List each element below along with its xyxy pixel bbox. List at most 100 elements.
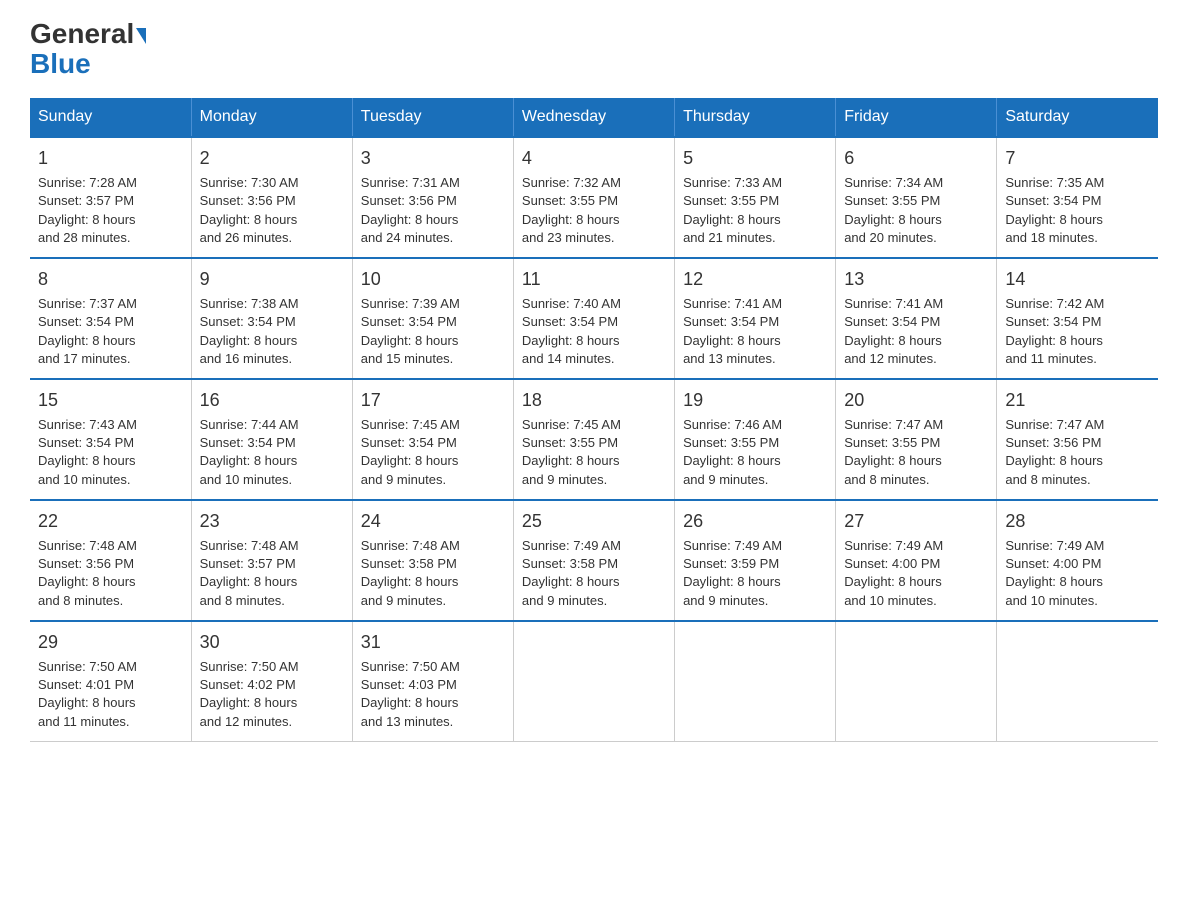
daylight-text: Daylight: 8 hoursand 10 minutes. — [200, 453, 298, 486]
sunset-text: Sunset: 4:03 PM — [361, 677, 457, 692]
sunrise-text: Sunrise: 7:45 AM — [522, 417, 621, 432]
daylight-text: Daylight: 8 hoursand 8 minutes. — [1005, 453, 1103, 486]
sunrise-text: Sunrise: 7:47 AM — [1005, 417, 1104, 432]
calendar-table: SundayMondayTuesdayWednesdayThursdayFrid… — [30, 98, 1158, 742]
sunset-text: Sunset: 3:55 PM — [844, 193, 940, 208]
sunrise-text: Sunrise: 7:38 AM — [200, 296, 299, 311]
day-number: 5 — [683, 146, 827, 171]
header-thursday: Thursday — [675, 98, 836, 137]
calendar-cell: 6Sunrise: 7:34 AMSunset: 3:55 PMDaylight… — [836, 137, 997, 258]
daylight-text: Daylight: 8 hoursand 28 minutes. — [38, 212, 136, 245]
calendar-week-row: 22Sunrise: 7:48 AMSunset: 3:56 PMDayligh… — [30, 500, 1158, 621]
daylight-text: Daylight: 8 hoursand 15 minutes. — [361, 333, 459, 366]
calendar-week-row: 15Sunrise: 7:43 AMSunset: 3:54 PMDayligh… — [30, 379, 1158, 500]
daylight-text: Daylight: 8 hoursand 11 minutes. — [38, 695, 136, 728]
calendar-cell: 26Sunrise: 7:49 AMSunset: 3:59 PMDayligh… — [675, 500, 836, 621]
calendar-cell: 18 Sunrise: 7:45 AM Sunset: 3:55 PM Dayligh… — [513, 379, 674, 500]
calendar-cell: 10Sunrise: 7:39 AMSunset: 3:54 PMDayligh… — [352, 258, 513, 379]
calendar-week-row: 8Sunrise: 7:37 AMSunset: 3:54 PMDaylight… — [30, 258, 1158, 379]
calendar-cell — [513, 621, 674, 741]
day-number: 9 — [200, 267, 344, 292]
logo-general: General — [30, 20, 146, 48]
sunset-text: Sunset: 3:54 PM — [361, 314, 457, 329]
daylight-text: Daylight: 8 hoursand 10 minutes. — [1005, 574, 1103, 607]
calendar-cell: 31Sunrise: 7:50 AMSunset: 4:03 PMDayligh… — [352, 621, 513, 741]
sunset-text: Sunset: 3:56 PM — [200, 193, 296, 208]
day-number: 27 — [844, 509, 988, 534]
sunset-text: Sunset: 3:55 PM — [522, 435, 618, 450]
sunrise-text: Sunrise: 7:44 AM — [200, 417, 299, 432]
sunset-text: Sunset: 3:58 PM — [361, 556, 457, 571]
day-number: 11 — [522, 267, 666, 292]
calendar-cell: 16Sunrise: 7:44 AMSunset: 3:54 PMDayligh… — [191, 379, 352, 500]
daylight-text: Daylight: 8 hoursand 20 minutes. — [844, 212, 942, 245]
calendar-cell: 24Sunrise: 7:48 AMSunset: 3:58 PMDayligh… — [352, 500, 513, 621]
day-number: 3 — [361, 146, 505, 171]
sunset-text: Sunset: 3:55 PM — [683, 193, 779, 208]
sunrise-text: Sunrise: 7:45 AM — [361, 417, 460, 432]
calendar-cell: 20Sunrise: 7:47 AMSunset: 3:55 PMDayligh… — [836, 379, 997, 500]
daylight-text: Daylight: 8 hoursand 24 minutes. — [361, 212, 459, 245]
calendar-cell — [836, 621, 997, 741]
calendar-cell: 5Sunrise: 7:33 AMSunset: 3:55 PMDaylight… — [675, 137, 836, 258]
daylight-text: Daylight: 8 hoursand 9 minutes. — [683, 453, 781, 486]
sunrise-text: Sunrise: 7:31 AM — [361, 175, 460, 190]
sunset-text: Sunset: 3:58 PM — [522, 556, 618, 571]
calendar-cell: 22Sunrise: 7:48 AMSunset: 3:56 PMDayligh… — [30, 500, 191, 621]
calendar-header-row: SundayMondayTuesdayWednesdayThursdayFrid… — [30, 98, 1158, 137]
sunset-text: Sunset: 3:54 PM — [200, 314, 296, 329]
day-number: 2 — [200, 146, 344, 171]
day-number: 13 — [844, 267, 988, 292]
calendar-cell: 14Sunrise: 7:42 AMSunset: 3:54 PMDayligh… — [997, 258, 1158, 379]
daylight-text: Daylight: 8 hoursand 9 minutes. — [361, 574, 459, 607]
day-number: 6 — [844, 146, 988, 171]
sunrise-text: Sunrise: 7:35 AM — [1005, 175, 1104, 190]
day-number: 29 — [38, 630, 183, 655]
daylight-text: Daylight: 8 hoursand 9 minutes. — [522, 453, 620, 486]
header-tuesday: Tuesday — [352, 98, 513, 137]
calendar-cell: 19Sunrise: 7:46 AMSunset: 3:55 PMDayligh… — [675, 379, 836, 500]
calendar-cell: 3 Sunrise: 7:31 AM Sunset: 3:56 PM Daylight… — [352, 137, 513, 258]
daylight-text: Daylight: 8 hoursand 13 minutes. — [683, 333, 781, 366]
page-header: General Blue — [30, 20, 1158, 78]
day-number: 16 — [200, 388, 344, 413]
day-number: 4 — [522, 146, 666, 171]
calendar-cell: 23Sunrise: 7:48 AMSunset: 3:57 PMDayligh… — [191, 500, 352, 621]
daylight-text: Daylight: 8 hoursand 12 minutes. — [844, 333, 942, 366]
header-sunday: Sunday — [30, 98, 191, 137]
header-monday: Monday — [191, 98, 352, 137]
calendar-cell: 15Sunrise: 7:43 AMSunset: 3:54 PMDayligh… — [30, 379, 191, 500]
daylight-text: Daylight: 8 hoursand 9 minutes. — [361, 453, 459, 486]
sunrise-text: Sunrise: 7:33 AM — [683, 175, 782, 190]
daylight-text: Daylight: 8 hoursand 23 minutes. — [522, 212, 620, 245]
daylight-text: Daylight: 8 hoursand 8 minutes. — [38, 574, 136, 607]
day-number: 24 — [361, 509, 505, 534]
daylight-text: Daylight: 8 hoursand 14 minutes. — [522, 333, 620, 366]
sunset-text: Sunset: 4:00 PM — [844, 556, 940, 571]
sunset-text: Sunset: 3:57 PM — [38, 193, 134, 208]
daylight-text: Daylight: 8 hoursand 17 minutes. — [38, 333, 136, 366]
sunset-text: Sunset: 3:56 PM — [361, 193, 457, 208]
daylight-text: Daylight: 8 hoursand 26 minutes. — [200, 212, 298, 245]
daylight-text: Daylight: 8 hoursand 10 minutes. — [844, 574, 942, 607]
sunset-text: Sunset: 3:55 PM — [683, 435, 779, 450]
daylight-text: Daylight: 8 hoursand 9 minutes. — [522, 574, 620, 607]
day-number: 26 — [683, 509, 827, 534]
daylight-text: Daylight: 8 hoursand 13 minutes. — [361, 695, 459, 728]
calendar-cell — [675, 621, 836, 741]
day-number: 19 — [683, 388, 827, 413]
sunrise-text: Sunrise: 7:37 AM — [38, 296, 137, 311]
sunrise-text: Sunrise: 7:28 AM — [38, 175, 137, 190]
sunrise-text: Sunrise: 7:50 AM — [361, 659, 460, 674]
calendar-cell: 17Sunrise: 7:45 AMSunset: 3:54 PMDayligh… — [352, 379, 513, 500]
sunrise-text: Sunrise: 7:50 AM — [38, 659, 137, 674]
calendar-cell: 29Sunrise: 7:50 AMSunset: 4:01 PMDayligh… — [30, 621, 191, 741]
sunset-text: Sunset: 4:02 PM — [200, 677, 296, 692]
sunrise-text: Sunrise: 7:39 AM — [361, 296, 460, 311]
day-number: 7 — [1005, 146, 1150, 171]
calendar-cell: 28Sunrise: 7:49 AMSunset: 4:00 PMDayligh… — [997, 500, 1158, 621]
sunset-text: Sunset: 4:00 PM — [1005, 556, 1101, 571]
day-number: 12 — [683, 267, 827, 292]
day-number: 18 — [522, 388, 666, 413]
day-number: 17 — [361, 388, 505, 413]
